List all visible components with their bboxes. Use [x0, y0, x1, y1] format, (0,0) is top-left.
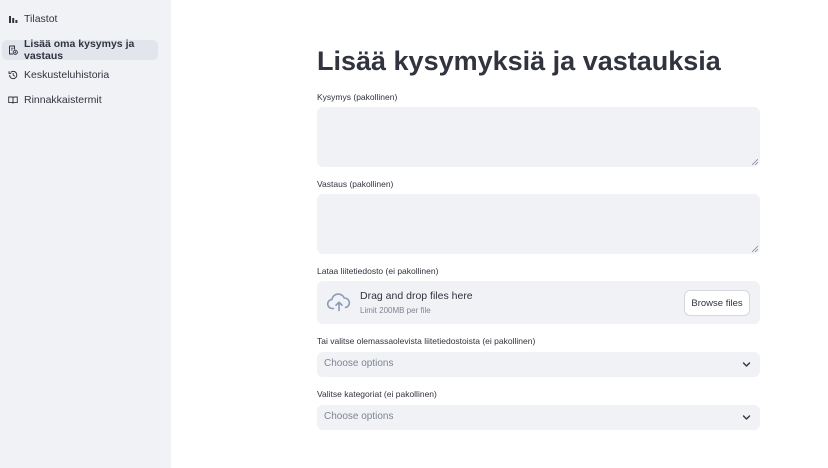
sidebar-item-rinnakkaistermit[interactable]: Rinnakkaistermit [2, 90, 159, 110]
categories-label: Valitse kategoriat (ei pakollinen) [317, 389, 437, 399]
file-dropzone[interactable]: Drag and drop files here Limit 200MB per… [317, 281, 760, 324]
categories-select[interactable]: Choose options [317, 405, 760, 430]
dropzone-limit: Limit 200MB per file [360, 306, 431, 315]
add-document-icon [8, 45, 18, 55]
question-label: Kysymys (pakollinen) [317, 92, 398, 102]
chevron-down-icon[interactable] [742, 413, 751, 422]
resize-grip-icon[interactable] [752, 246, 758, 252]
sidebar-item-add-question[interactable]: Lisää oma kysymys ja vastaus [2, 38, 158, 62]
sidebar-item-label: Keskusteluhistoria [24, 69, 110, 81]
sidebar-item-tilastot[interactable]: Tilastot [2, 9, 159, 29]
sidebar-item-keskusteluhistoria[interactable]: Keskusteluhistoria [2, 65, 159, 85]
existing-attachments-label: Tai valitse olemassaolevista liitetiedos… [317, 336, 536, 346]
dropzone-title: Drag and drop files here [360, 290, 473, 302]
upload-label: Lataa liitetiedosto (ei pakollinen) [317, 266, 439, 276]
cloud-upload-icon [327, 293, 351, 312]
question-textarea[interactable] [317, 107, 760, 167]
browse-files-button[interactable]: Browse files [684, 290, 750, 316]
history-icon [8, 70, 18, 80]
answer-label: Vastaus (pakollinen) [317, 179, 394, 189]
book-icon [8, 95, 18, 105]
bar-chart-icon [8, 14, 18, 24]
select-placeholder: Choose options [324, 358, 394, 369]
sidebar: Tilastot Lisää oma kysymys ja vastaus Ke… [0, 0, 171, 468]
existing-attachments-select[interactable]: Choose options [317, 352, 760, 377]
sidebar-item-label: Tilastot [24, 13, 58, 25]
resize-grip-icon[interactable] [752, 159, 758, 165]
sidebar-item-label: Rinnakkaistermit [24, 94, 102, 106]
answer-textarea[interactable] [317, 194, 760, 254]
page-title: Lisää kysymyksiä ja vastauksia [317, 46, 721, 76]
sidebar-item-label: Lisää oma kysymys ja vastaus [24, 38, 135, 62]
select-placeholder: Choose options [324, 411, 394, 422]
chevron-down-icon[interactable] [742, 360, 751, 369]
